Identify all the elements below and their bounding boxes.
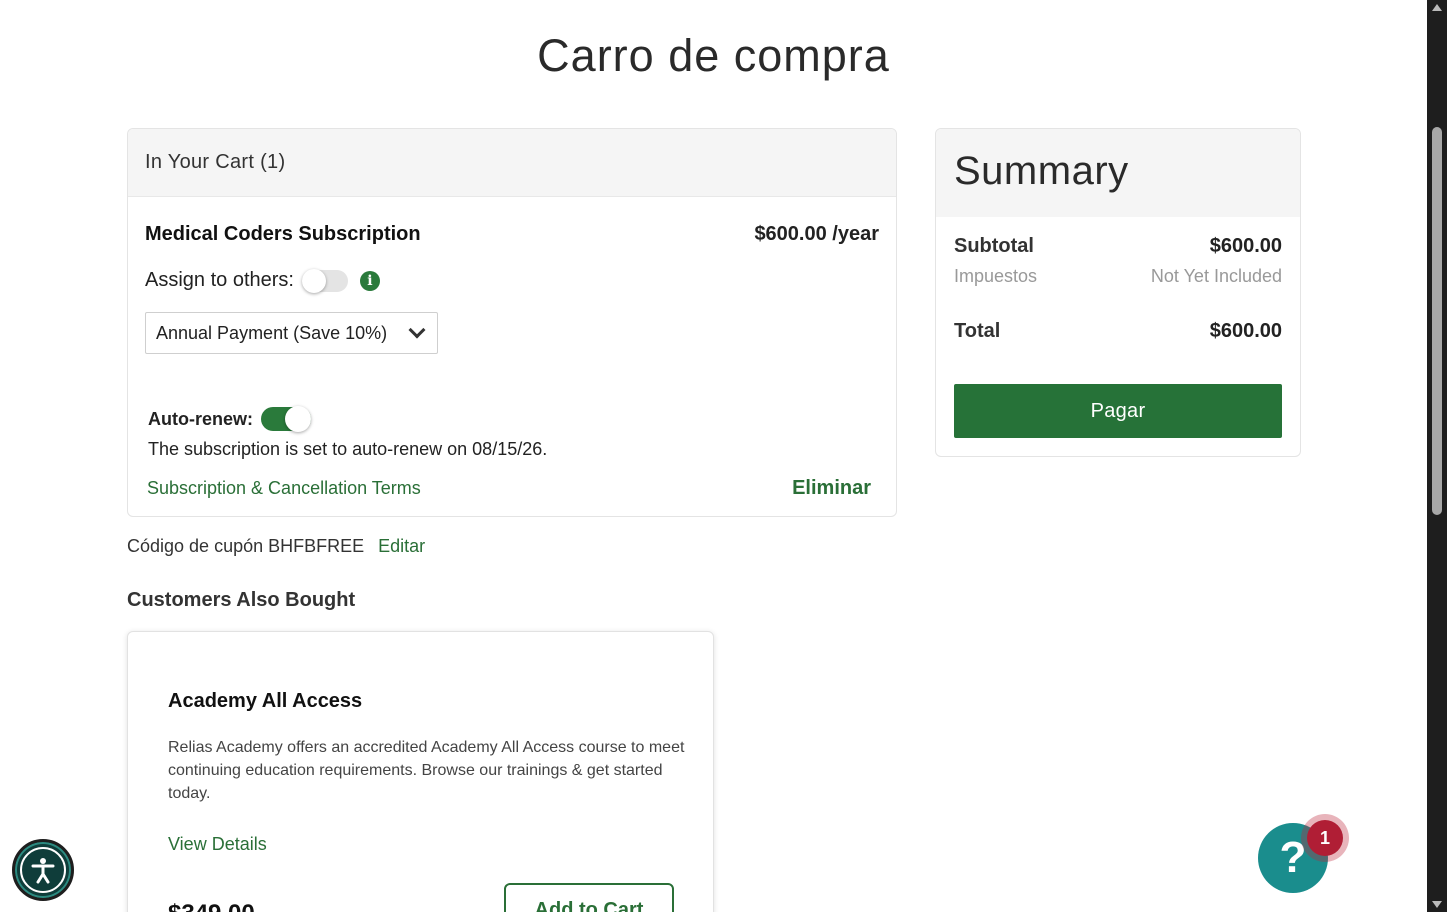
also-bought-title: Customers Also Bought [127,589,356,611]
tax-row: Impuestos Not Yet Included [954,266,1282,287]
tax-value: Not Yet Included [1150,266,1282,286]
toggle-knob [285,406,311,432]
product-card: Academy All Access Relias Academy offers… [127,631,714,912]
subtotal-label: Subtotal [954,235,1034,257]
payment-option-select[interactable]: Annual Payment (Save 10%) [145,312,438,354]
product-title: Academy All Access [168,690,363,712]
autorenew-row: Auto-renew: [148,406,311,432]
scroll-thumb[interactable] [1432,127,1442,515]
coupon-label: Código de cupón BHFBFREE [127,536,365,556]
cart-item-price: $600.00 /year [754,223,879,245]
total-value: $600.00 [1209,320,1282,342]
summary-title: Summary [936,129,1300,217]
scrollbar[interactable] [1427,0,1447,912]
subtotal-row: Subtotal $600.00 [954,235,1282,258]
terms-link[interactable]: Subscription & Cancellation Terms [147,478,421,499]
assign-toggle[interactable] [301,268,348,293]
add-to-cart-button[interactable]: Add to Cart [504,883,674,912]
total-label: Total [954,320,1001,342]
product-description: Relias Academy offers an accredited Acad… [168,739,685,802]
autorenew-label: Auto-renew: [148,408,253,429]
accessibility-icon [20,847,66,893]
autorenew-text: The subscription is set to auto-renew on… [148,439,548,459]
info-icon[interactable]: i [359,270,380,291]
page-title: Carro de compra [537,30,890,81]
scroll-up-icon[interactable] [1432,4,1442,11]
notification-badge: 1 [1301,814,1349,862]
scroll-down-icon[interactable] [1432,901,1442,908]
assign-row: Assign to others: i [145,268,380,293]
payment-option-value: Annual Payment (Save 10%) [156,322,388,343]
total-row: Total $600.00 [954,320,1282,343]
assign-label: Assign to others: [145,269,294,291]
product-price: $349.00 [168,900,255,912]
tax-label: Impuestos [954,266,1038,286]
notification-count: 1 [1307,820,1343,856]
accessibility-button[interactable] [12,839,74,901]
cart-item-name: Medical Coders Subscription [145,223,421,245]
remove-button[interactable]: Eliminar [792,477,871,500]
pay-button[interactable]: Pagar [954,384,1282,438]
toggle-knob [301,268,326,293]
coupon-edit-link[interactable]: Editar [378,536,425,557]
cart-header: In Your Cart (1) [128,129,896,197]
view-details-link[interactable]: View Details [168,834,267,855]
autorenew-toggle[interactable] [261,406,311,432]
coupon-row: Código de cupón BHFBFREE Editar [127,536,425,557]
cart-card: In Your Cart (1) Medical Coders Subscrip… [127,128,897,517]
subtotal-value: $600.00 [1209,235,1282,257]
summary-card: Summary Subtotal $600.00 Impuestos Not Y… [935,128,1301,457]
chevron-down-icon [408,321,426,339]
